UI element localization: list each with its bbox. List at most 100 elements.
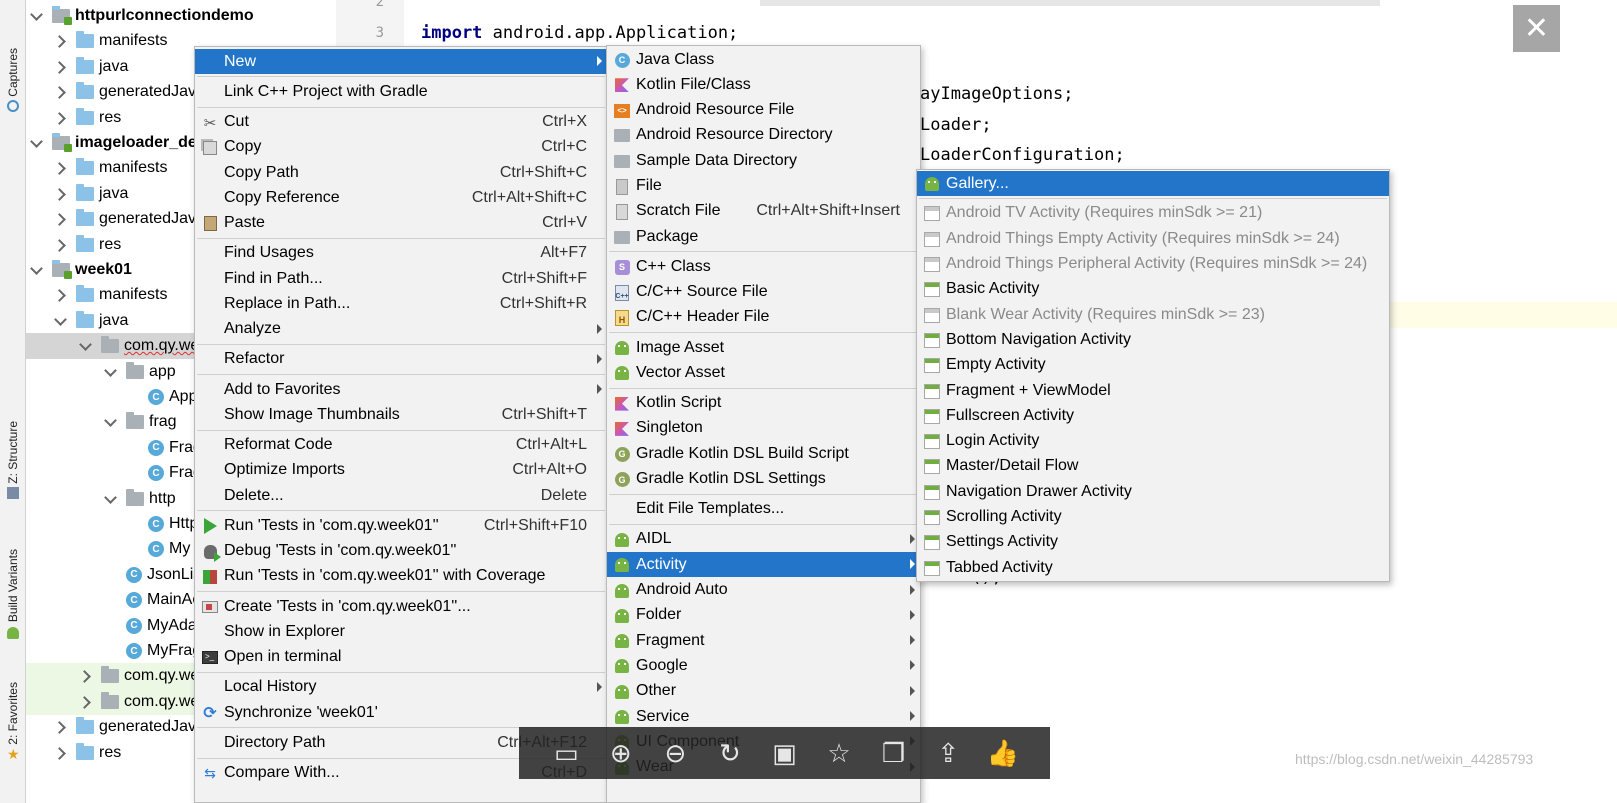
chevron-down-icon[interactable] bbox=[30, 137, 42, 149]
menu-item-tabbed-activity[interactable]: Tabbed Activity bbox=[917, 555, 1389, 580]
menu-item-open-in-terminal[interactable]: >_ Open in terminal bbox=[195, 645, 607, 670]
menu-item-basic-activity[interactable]: Basic Activity bbox=[917, 277, 1389, 302]
menu-item-scrolling-activity[interactable]: Scrolling Activity bbox=[917, 505, 1389, 530]
tab-build-variants[interactable]: Build Variants bbox=[2, 540, 24, 648]
menu-item-link-c-project-with-gradle[interactable]: Link C++ Project with Gradle bbox=[195, 79, 607, 104]
menu-item-show-image-thumbnails[interactable]: Show Image Thumbnails Ctrl+Shift+T bbox=[195, 402, 607, 427]
share-icon[interactable]: ⇪ bbox=[930, 735, 966, 771]
menu-item-android-resource-directory[interactable]: Android Resource Directory bbox=[607, 123, 920, 148]
chevron-right-icon[interactable] bbox=[54, 239, 66, 251]
bookmark-icon[interactable]: ☆ bbox=[821, 735, 857, 771]
chevron-right-icon[interactable] bbox=[54, 35, 66, 47]
menu-item-edit-file-templates[interactable]: Edit File Templates... bbox=[607, 497, 920, 522]
menu-item-google[interactable]: Google bbox=[607, 653, 920, 678]
chevron-right-icon[interactable] bbox=[54, 61, 66, 73]
tab-favorites[interactable]: 2: Favorites ★ bbox=[2, 672, 24, 770]
menu-item-kotlin-file-class[interactable]: Kotlin File/Class bbox=[607, 72, 920, 97]
menu-item-optimize-imports[interactable]: Optimize Imports Ctrl+Alt+O bbox=[195, 458, 607, 483]
menu-item-cut[interactable]: ✂ Cut Ctrl+X bbox=[195, 110, 607, 135]
tree-node-label: res bbox=[99, 743, 122, 761]
menu-item-reformat-code[interactable]: Reformat Code Ctrl+Alt+L bbox=[195, 433, 607, 458]
menu-item-android-resource-file[interactable]: <> Android Resource File bbox=[607, 98, 920, 123]
chevron-right-icon[interactable] bbox=[54, 213, 66, 225]
menu-item-master-detail-flow[interactable]: Master/Detail Flow bbox=[917, 454, 1389, 479]
menu-item-find-usages[interactable]: Find Usages Alt+F7 bbox=[195, 241, 607, 266]
chevron-right-icon[interactable] bbox=[54, 289, 66, 301]
zoom-out-icon[interactable]: ⊖ bbox=[657, 735, 693, 771]
menu-item-c-c-header-file[interactable]: H C/C++ Header File bbox=[607, 305, 920, 330]
menu-item-vector-asset[interactable]: Vector Asset bbox=[607, 360, 920, 385]
chevron-down-icon[interactable] bbox=[104, 366, 116, 378]
menu-item-c-c-source-file[interactable]: C++ C/C++ Source File bbox=[607, 280, 920, 305]
menu-item-empty-activity[interactable]: Empty Activity bbox=[917, 353, 1389, 378]
tab-captures[interactable]: Captures bbox=[2, 40, 24, 120]
chevron-down-icon[interactable] bbox=[30, 264, 42, 276]
chevron-down-icon[interactable] bbox=[30, 10, 42, 22]
menu-item-settings-activity[interactable]: Settings Activity bbox=[917, 530, 1389, 555]
menu-item-debug-tests-in-com-qy-week01[interactable]: Debug 'Tests in 'com.qy.week01'' bbox=[195, 539, 607, 564]
menu-item-login-activity[interactable]: Login Activity bbox=[917, 429, 1389, 454]
menu-item-aidl[interactable]: AIDL bbox=[607, 527, 920, 552]
menu-item-new[interactable]: New bbox=[195, 49, 607, 74]
chevron-right-icon[interactable] bbox=[54, 162, 66, 174]
chevron-right-icon[interactable] bbox=[54, 86, 66, 98]
menu-item-delete[interactable]: Delete... Delete bbox=[195, 483, 607, 508]
menu-item-show-in-explorer[interactable]: Show in Explorer bbox=[195, 619, 607, 644]
menu-item-find-in-path[interactable]: Find in Path... Ctrl+Shift+F bbox=[195, 266, 607, 291]
menu-item-singleton[interactable]: Singleton bbox=[607, 416, 920, 441]
menu-item-other[interactable]: Other bbox=[607, 679, 920, 704]
chevron-down-icon[interactable] bbox=[104, 493, 116, 505]
menu-item-run-tests-in-com-qy-week01-with-coverage[interactable]: Run 'Tests in 'com.qy.week01'' with Cove… bbox=[195, 564, 607, 589]
tree-node[interactable]: httpurlconnectiondemo bbox=[26, 3, 336, 29]
tab-structure[interactable]: Z: Structure bbox=[2, 412, 24, 508]
menu-item-local-history[interactable]: Local History bbox=[195, 675, 607, 700]
menu-item-android-auto[interactable]: Android Auto bbox=[607, 578, 920, 603]
copy-icon[interactable]: ❐ bbox=[876, 735, 912, 771]
menu-item-copy[interactable]: Copy Ctrl+C bbox=[195, 135, 607, 160]
chevron-right-icon[interactable] bbox=[79, 670, 91, 682]
menu-item-gallery[interactable]: Gallery... bbox=[917, 171, 1389, 196]
menu-item-kotlin-script[interactable]: Kotlin Script bbox=[607, 391, 920, 416]
menu-item-create-tests-in-com-qy-week01[interactable]: Create 'Tests in 'com.qy.week01''... bbox=[195, 594, 607, 619]
menu-item-add-to-favorites[interactable]: Add to Favorites bbox=[195, 377, 607, 402]
menu-item-synchronize-week01[interactable]: ⟳ Synchronize 'week01' bbox=[195, 700, 607, 725]
chevron-right-icon[interactable] bbox=[54, 112, 66, 124]
menu-item-bottom-navigation-activity[interactable]: Bottom Navigation Activity bbox=[917, 327, 1389, 352]
menu-item-service[interactable]: Service bbox=[607, 704, 920, 729]
chevron-down-icon[interactable] bbox=[54, 315, 66, 327]
menu-item-paste[interactable]: Paste Ctrl+V bbox=[195, 211, 607, 236]
menu-item-gradle-kotlin-dsl-settings[interactable]: G Gradle Kotlin DSL Settings bbox=[607, 467, 920, 492]
menu-item-package[interactable]: Package bbox=[607, 224, 920, 249]
menu-item-fragment[interactable]: Fragment bbox=[607, 628, 920, 653]
chevron-right-icon[interactable] bbox=[79, 696, 91, 708]
close-viewer-button[interactable]: ✕ bbox=[1513, 5, 1560, 52]
menu-item-run-tests-in-com-qy-week01[interactable]: Run 'Tests in 'com.qy.week01'' Ctrl+Shift… bbox=[195, 513, 607, 538]
fit-screen-icon[interactable]: ▭ bbox=[548, 735, 584, 771]
menu-item-scratch-file[interactable]: Scratch File Ctrl+Alt+Shift+Insert bbox=[607, 199, 920, 224]
like-icon[interactable]: 👍 bbox=[985, 735, 1021, 771]
chevron-right-icon[interactable] bbox=[54, 188, 66, 200]
menu-item-copy-path[interactable]: Copy Path Ctrl+Shift+C bbox=[195, 160, 607, 185]
menu-item-copy-reference[interactable]: Copy Reference Ctrl+Alt+Shift+C bbox=[195, 185, 607, 210]
save-icon[interactable]: ▣ bbox=[766, 735, 802, 771]
menu-item-gradle-kotlin-dsl-build-script[interactable]: G Gradle Kotlin DSL Build Script bbox=[607, 441, 920, 466]
chevron-right-icon[interactable] bbox=[54, 721, 66, 733]
menu-item-file[interactable]: File bbox=[607, 174, 920, 199]
menu-item-sample-data-directory[interactable]: Sample Data Directory bbox=[607, 148, 920, 173]
menu-item-refactor[interactable]: Refactor bbox=[195, 347, 607, 372]
menu-item-analyze[interactable]: Analyze bbox=[195, 317, 607, 342]
rotate-icon[interactable]: ↻ bbox=[712, 735, 748, 771]
menu-item-image-asset[interactable]: Image Asset bbox=[607, 335, 920, 360]
menu-item-replace-in-path[interactable]: Replace in Path... Ctrl+Shift+R bbox=[195, 291, 607, 316]
chevron-down-icon[interactable] bbox=[79, 340, 91, 352]
menu-item-fullscreen-activity[interactable]: Fullscreen Activity bbox=[917, 403, 1389, 428]
menu-item-c-class[interactable]: S C++ Class bbox=[607, 254, 920, 279]
chevron-right-icon[interactable] bbox=[54, 747, 66, 759]
zoom-in-icon[interactable]: ⊕ bbox=[603, 735, 639, 771]
menu-item-folder[interactable]: Folder bbox=[607, 603, 920, 628]
menu-item-activity[interactable]: Activity bbox=[607, 552, 920, 578]
menu-item-navigation-drawer-activity[interactable]: Navigation Drawer Activity bbox=[917, 479, 1389, 504]
menu-item-fragment-viewmodel[interactable]: Fragment + ViewModel bbox=[917, 378, 1389, 403]
chevron-down-icon[interactable] bbox=[104, 416, 116, 428]
menu-item-java-class[interactable]: C Java Class bbox=[607, 47, 920, 72]
